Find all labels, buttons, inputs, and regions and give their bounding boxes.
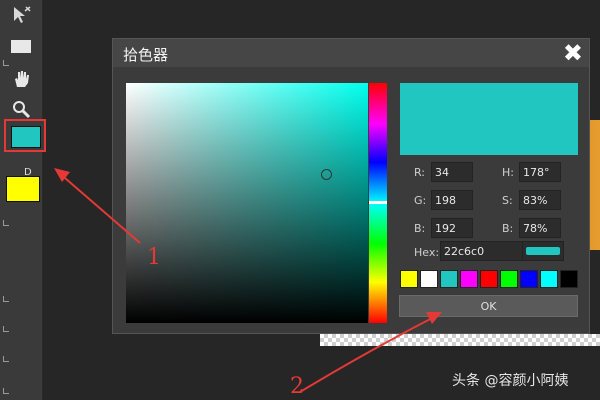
annotation-arrow-2 — [299, 312, 442, 393]
watermark-text: 头条 @容颜小阿姨 — [452, 373, 569, 389]
annotation-layer — [54, 168, 442, 393]
annotation-label-2: 2 — [290, 374, 304, 399]
annotation-arrow-1 — [54, 168, 141, 244]
annotation-label-1: 1 — [147, 245, 161, 270]
